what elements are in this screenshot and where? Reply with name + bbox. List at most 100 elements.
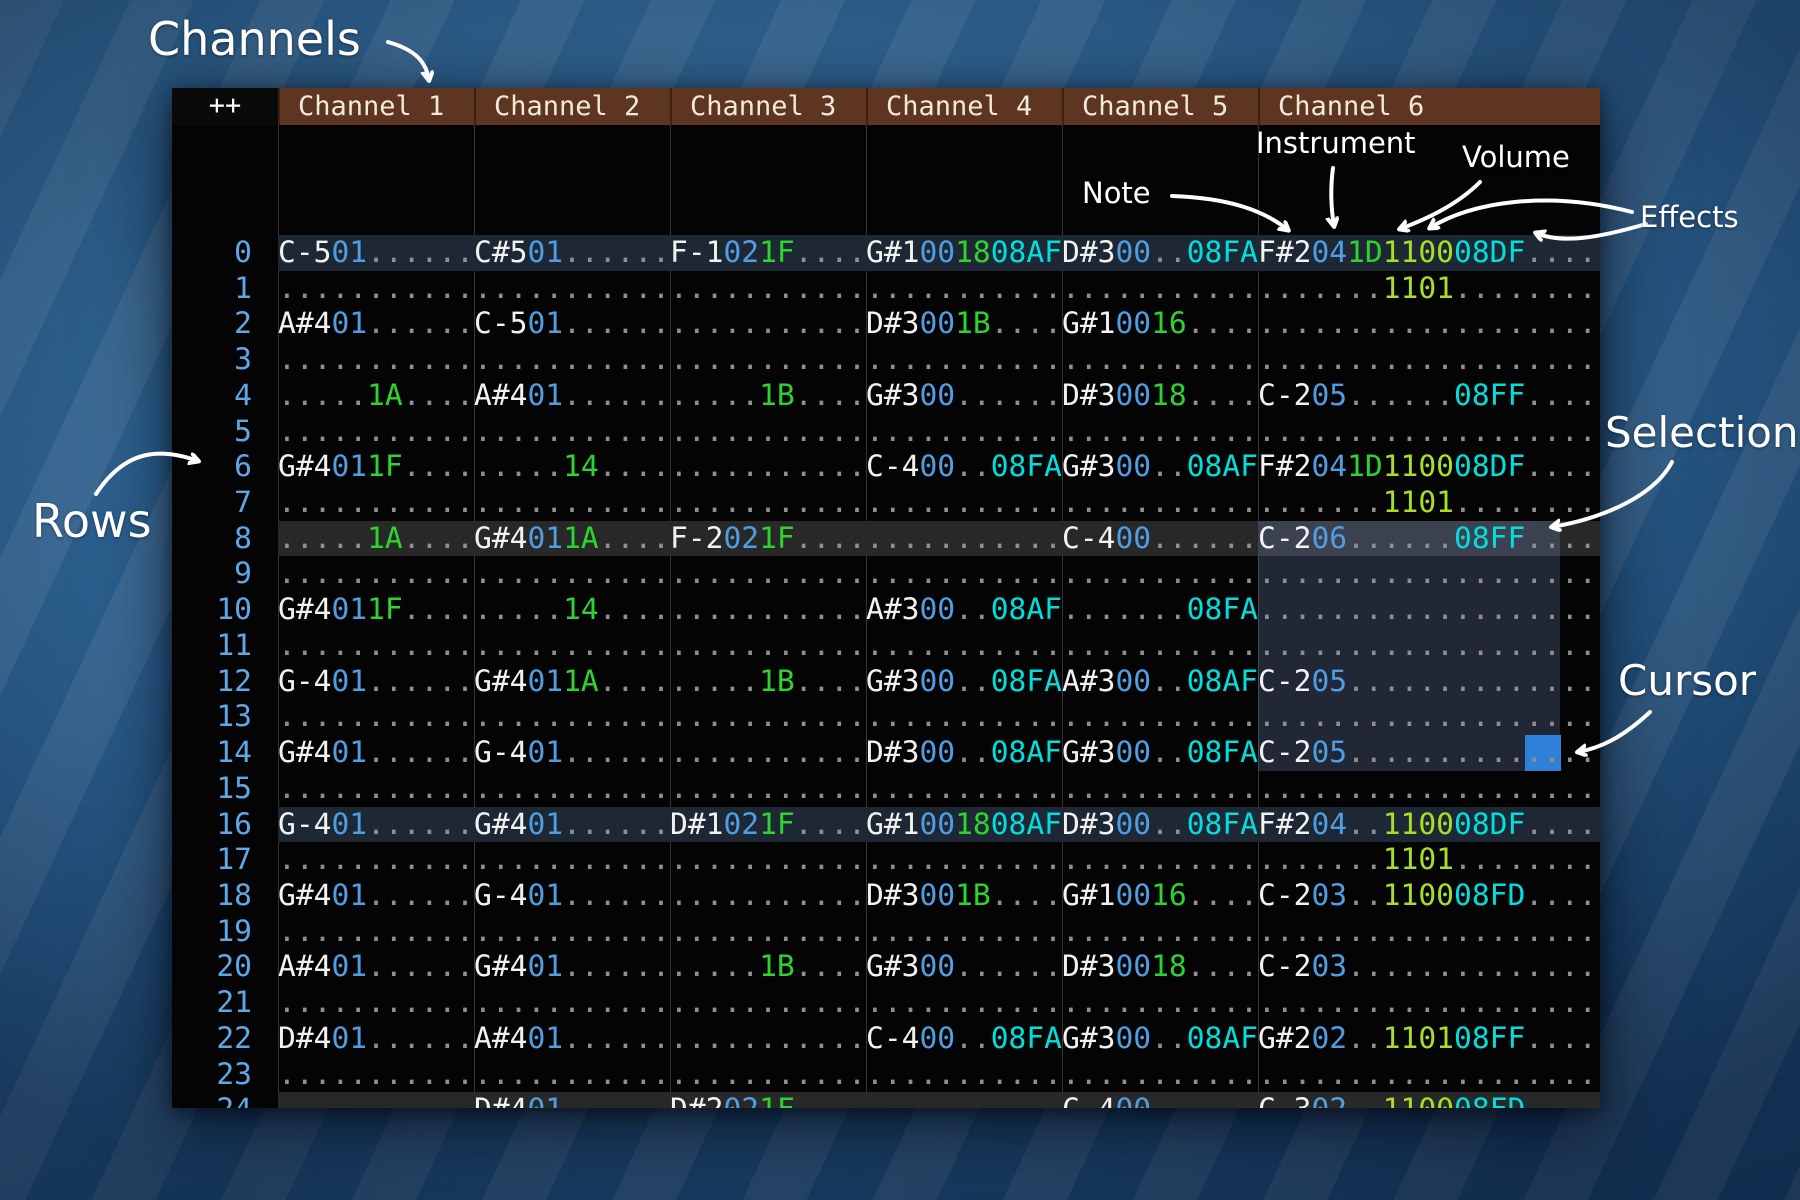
pattern-cell[interactable]: ........... [670, 878, 866, 914]
pattern-cell[interactable]: ........... [278, 342, 474, 378]
pattern-cell[interactable]: ........... [278, 628, 474, 664]
pattern-cell[interactable]: ........... [866, 985, 1062, 1021]
pattern-cell[interactable]: ................... [1258, 628, 1600, 664]
pattern-cell[interactable]: ........... [278, 985, 474, 1021]
pattern-cell[interactable]: G-401...... [278, 807, 474, 843]
pattern-cell[interactable]: .....14.... [474, 449, 670, 485]
pattern-cell[interactable]: C-302..110008FD.... [1258, 1092, 1600, 1108]
channel-header-1[interactable]: Channel 1 [278, 88, 474, 125]
pattern-cell[interactable]: D#300..08FA [1062, 807, 1258, 843]
pattern-cell[interactable]: ........... [474, 771, 670, 807]
pattern-cell[interactable]: ........... [866, 771, 1062, 807]
pattern-cell[interactable]: G#10016.... [1062, 306, 1258, 342]
pattern-cell[interactable]: ................... [1258, 342, 1600, 378]
pattern-cell[interactable]: ........... [278, 271, 474, 307]
pattern-cell[interactable]: C-400...... [1062, 1092, 1258, 1108]
pattern-cell[interactable]: ................... [1258, 592, 1600, 628]
pattern-cell[interactable]: G#300..08AF [1062, 449, 1258, 485]
channel-header-5[interactable]: Channel 5 [1062, 88, 1258, 125]
pattern-cell[interactable]: ........... [866, 556, 1062, 592]
pattern-cell[interactable]: C-203.............. [1258, 949, 1600, 985]
pattern-cell[interactable]: ........... [1062, 914, 1258, 950]
pattern-cell[interactable]: F#204..110008DF.... [1258, 807, 1600, 843]
pattern-cell[interactable]: ........... [278, 485, 474, 521]
pattern-cell[interactable]: ........... [866, 842, 1062, 878]
pattern-cell[interactable]: ........... [474, 556, 670, 592]
pattern-cell[interactable]: D#1021F.... [670, 807, 866, 843]
pattern-cell[interactable]: ........... [670, 985, 866, 1021]
pattern-cell[interactable]: ........... [670, 556, 866, 592]
pattern-cell[interactable]: ........... [866, 521, 1062, 557]
pattern-cell[interactable]: ........... [670, 699, 866, 735]
pattern-cell[interactable]: G#300...... [866, 949, 1062, 985]
pattern-cell[interactable]: ........... [670, 414, 866, 450]
pattern-cell[interactable]: ........... [866, 1057, 1062, 1093]
pattern-cell[interactable]: ........... [670, 914, 866, 950]
pattern-cell[interactable]: G#4011F.... [278, 592, 474, 628]
pattern-cell[interactable]: ........... [278, 842, 474, 878]
pattern-cell[interactable]: G#1001808AF [866, 235, 1062, 271]
pattern-cell[interactable]: ................... [1258, 556, 1600, 592]
pattern-cell[interactable]: .....1B.... [670, 949, 866, 985]
pattern-cell[interactable]: D#300..08FA [1062, 235, 1258, 271]
pattern-cell[interactable]: G#4011A.... [474, 664, 670, 700]
pattern-cell[interactable]: ........... [866, 271, 1062, 307]
channel-header-4[interactable]: Channel 4 [866, 88, 1062, 125]
pattern-cell[interactable]: C-400...... [1062, 521, 1258, 557]
pattern-cell[interactable]: A#300..08AF [866, 592, 1062, 628]
pattern-cell[interactable]: .......1101........ [1258, 271, 1600, 307]
pattern-cell[interactable]: C-400..08FA [866, 1021, 1062, 1057]
pattern-cell[interactable]: A#401...... [278, 949, 474, 985]
channel-header-6[interactable]: Channel 6 [1258, 88, 1600, 125]
pattern-cell[interactable]: C#501...... [474, 235, 670, 271]
pattern-cell[interactable]: .....1B.... [670, 378, 866, 414]
pattern-cell[interactable]: ........... [474, 485, 670, 521]
pattern-cell[interactable]: D#30018.... [1062, 378, 1258, 414]
pattern-cell[interactable]: ........... [1062, 342, 1258, 378]
pattern-cell[interactable]: D#2021F.... [670, 1092, 866, 1108]
pattern-cell[interactable]: ........... [670, 771, 866, 807]
pattern-cell[interactable]: C-400..08FA [866, 449, 1062, 485]
pattern-cell[interactable]: ................... [1258, 914, 1600, 950]
pattern-cell[interactable]: ........... [670, 592, 866, 628]
pattern-cell[interactable]: ........... [278, 1057, 474, 1093]
pattern-cell[interactable]: ........... [670, 449, 866, 485]
pattern-cell[interactable]: ........... [866, 628, 1062, 664]
pattern-cell[interactable]: ........... [1062, 556, 1258, 592]
pattern-cell[interactable]: G#300...... [866, 378, 1062, 414]
pattern-cell[interactable]: ........... [670, 1057, 866, 1093]
pattern-cell[interactable]: .......1101........ [1258, 485, 1600, 521]
pattern-cell[interactable]: D#401...... [278, 1021, 474, 1057]
pattern-cell[interactable]: ................... [1258, 414, 1600, 450]
pattern-cell[interactable]: ........... [866, 485, 1062, 521]
channel-header-2[interactable]: Channel 2 [474, 88, 670, 125]
pattern-cell[interactable]: ........... [1062, 414, 1258, 450]
pattern-cell[interactable]: D#3001B.... [866, 878, 1062, 914]
pattern-cell[interactable]: C-205.............. [1258, 735, 1600, 771]
pattern-cell[interactable]: ........... [278, 1092, 474, 1108]
pattern-cell[interactable]: ........... [670, 1021, 866, 1057]
pattern-cell[interactable]: ........... [1062, 271, 1258, 307]
pattern-cell[interactable]: C-206......08FF.... [1258, 521, 1600, 557]
pattern-cell[interactable]: G#401...... [278, 735, 474, 771]
pattern-cell[interactable]: A#401...... [474, 378, 670, 414]
pattern-cell[interactable]: G#10016.... [1062, 878, 1258, 914]
pattern-cell[interactable]: C-501...... [278, 235, 474, 271]
pattern-cell[interactable]: C-205.............. [1258, 664, 1600, 700]
pattern-cell[interactable]: ........... [866, 342, 1062, 378]
pattern-cell[interactable]: ........... [670, 628, 866, 664]
pattern-corner-button[interactable]: ++ [172, 88, 278, 125]
pattern-cell[interactable]: C-501...... [474, 306, 670, 342]
pattern-cell[interactable]: F-2021F.... [670, 521, 866, 557]
pattern-cell[interactable]: ........... [474, 414, 670, 450]
pattern-cell[interactable]: ........... [278, 914, 474, 950]
pattern-cell[interactable]: ........... [1062, 771, 1258, 807]
pattern-cell[interactable]: ........... [1062, 628, 1258, 664]
pattern-cell[interactable]: G#1001808AF [866, 807, 1062, 843]
pattern-cell[interactable]: ........... [670, 306, 866, 342]
pattern-cell[interactable]: .....14.... [474, 592, 670, 628]
pattern-cell[interactable]: ........... [474, 699, 670, 735]
pattern-cell[interactable]: G#300..08FA [866, 664, 1062, 700]
pattern-cell[interactable]: F#2041D110008DF.... [1258, 449, 1600, 485]
pattern-cell[interactable]: G#4011F.... [278, 449, 474, 485]
